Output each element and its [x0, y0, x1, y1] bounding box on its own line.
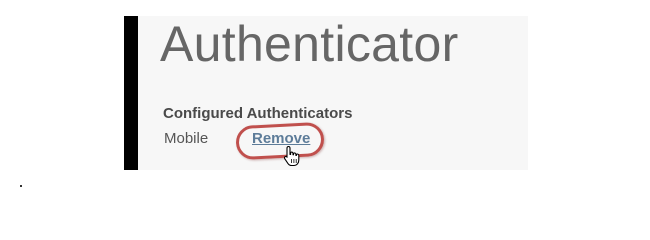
highlight-annotation — [235, 121, 325, 161]
page-title: Authenticator — [160, 16, 459, 72]
hand-pointer-icon — [283, 145, 300, 167]
authenticator-name: Mobile — [164, 130, 209, 147]
stray-dot — [20, 185, 22, 187]
configured-authenticators-heading: Configured Authenticators — [163, 105, 353, 122]
accent-bar — [124, 16, 138, 170]
